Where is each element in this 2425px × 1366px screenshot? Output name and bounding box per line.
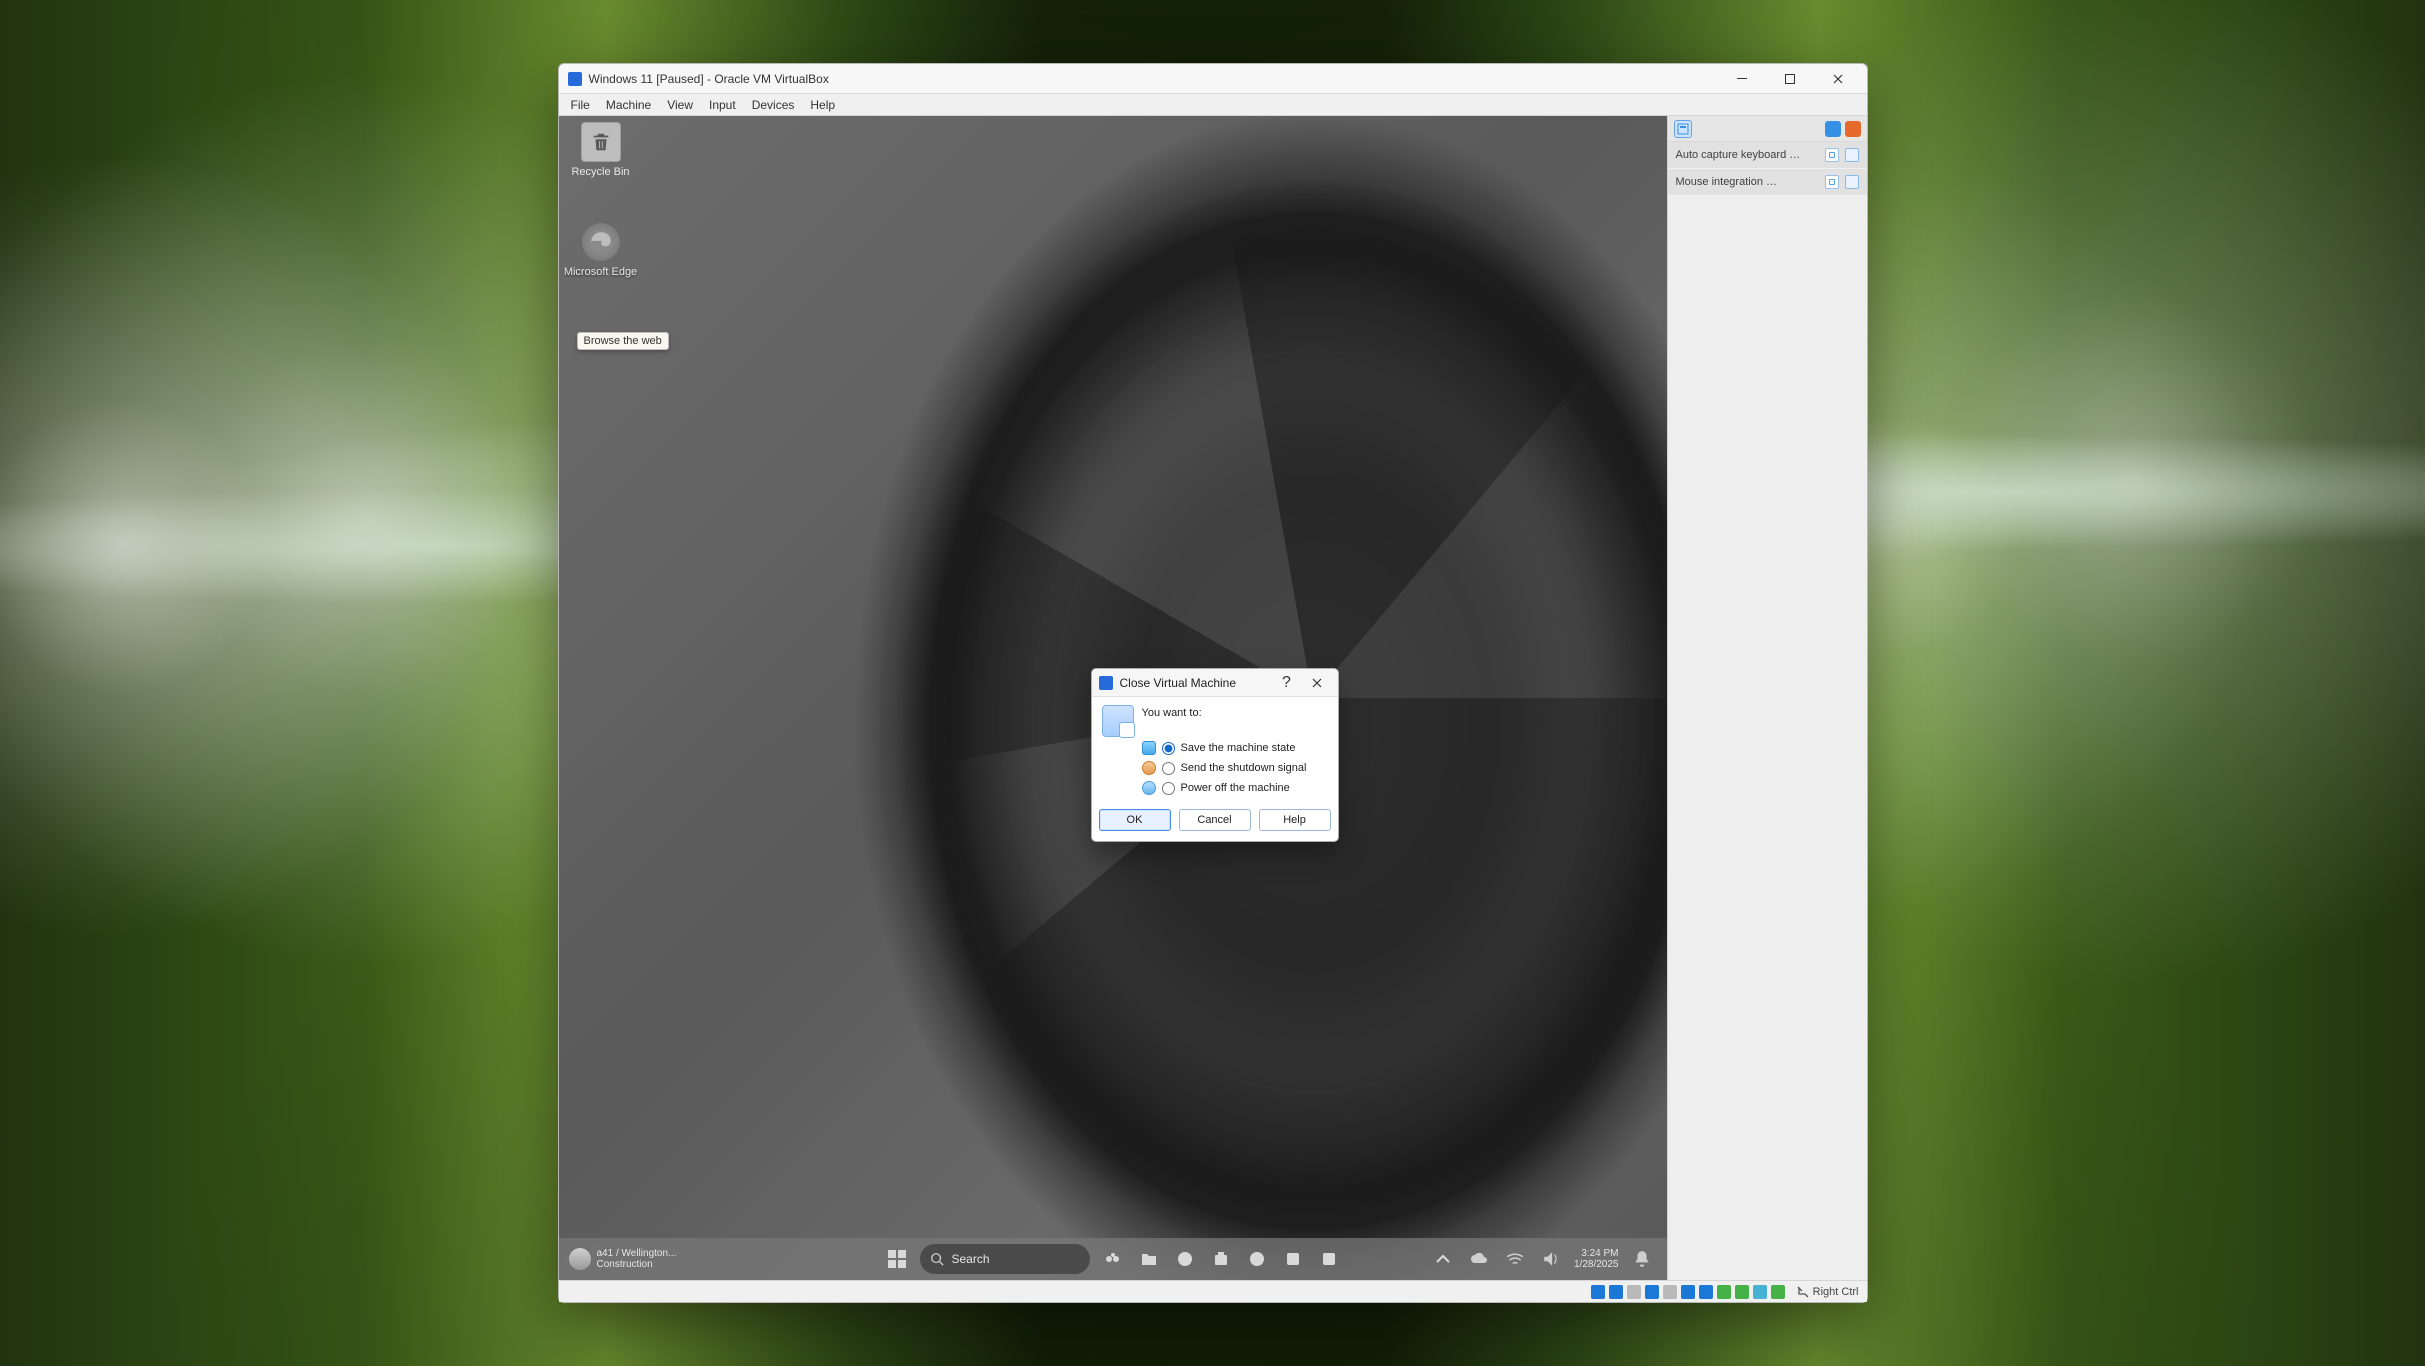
taskbar-app-2[interactable] bbox=[1280, 1246, 1306, 1272]
power-off-icon bbox=[1142, 781, 1156, 795]
taskbar-clock[interactable]: 3:24 PM 1/28/2025 bbox=[1574, 1248, 1619, 1271]
panel-action-dismiss-icon[interactable] bbox=[1845, 121, 1861, 137]
window-title: Windows 11 [Paused] - Oracle VM VirtualB… bbox=[589, 72, 829, 86]
panel-action-pin-icon[interactable] bbox=[1825, 121, 1841, 137]
host-key-indicator[interactable]: Right Ctrl bbox=[1797, 1286, 1859, 1298]
notification-item[interactable]: Auto capture keyboard … bbox=[1668, 142, 1867, 169]
dialog-help-button[interactable]: ? bbox=[1272, 670, 1302, 696]
taskbar-wifi-icon[interactable] bbox=[1502, 1246, 1528, 1272]
taskbar-chevron-up-icon[interactable] bbox=[1430, 1246, 1456, 1272]
clock-date: 1/28/2025 bbox=[1574, 1259, 1619, 1271]
edge-browser-icon bbox=[581, 222, 621, 262]
host-key-label: Right Ctrl bbox=[1813, 1286, 1859, 1298]
taskbar-search[interactable]: Search bbox=[920, 1244, 1090, 1274]
edge-tooltip: Browse the web bbox=[577, 332, 669, 350]
sb-display-icon[interactable] bbox=[1699, 1285, 1713, 1299]
sb-hdd-icon[interactable] bbox=[1591, 1285, 1605, 1299]
notif-action-2-icon[interactable] bbox=[1845, 148, 1859, 162]
window-close-button[interactable] bbox=[1815, 64, 1861, 94]
option-label: Save the machine state bbox=[1181, 742, 1296, 754]
option-power-off[interactable]: Power off the machine bbox=[1142, 781, 1328, 795]
notifications-panel: Auto capture keyboard … Mouse integratio… bbox=[1667, 116, 1867, 1280]
dialog-lead-icon bbox=[1102, 705, 1134, 737]
notif-action-2-icon[interactable] bbox=[1845, 175, 1859, 189]
sb-network-icon[interactable] bbox=[1645, 1285, 1659, 1299]
option-label: Send the shutdown signal bbox=[1181, 762, 1307, 774]
dialog-prompt: You want to: bbox=[1142, 707, 1202, 719]
close-vm-dialog: Close Virtual Machine ? You want to: bbox=[1091, 668, 1339, 842]
host-desktop-wallpaper: Windows 11 [Paused] - Oracle VM VirtualB… bbox=[0, 0, 2425, 1366]
menu-help[interactable]: Help bbox=[802, 96, 843, 114]
dialog-cancel-button[interactable]: Cancel bbox=[1179, 809, 1251, 831]
weather-icon bbox=[569, 1248, 591, 1270]
desktop-icon-edge[interactable]: Microsoft Edge bbox=[563, 222, 639, 278]
option-save-state[interactable]: Save the machine state bbox=[1142, 741, 1328, 755]
taskbar-app-3[interactable] bbox=[1316, 1246, 1342, 1272]
dialog-app-icon bbox=[1098, 675, 1114, 691]
desktop-icon-label: Recycle Bin bbox=[563, 166, 639, 178]
taskbar-notifications-icon[interactable] bbox=[1629, 1246, 1655, 1272]
option-send-shutdown[interactable]: Send the shutdown signal bbox=[1142, 761, 1328, 775]
virtualbox-app-icon bbox=[567, 71, 583, 87]
search-placeholder: Search bbox=[952, 1252, 990, 1266]
notification-text: Mouse integration … bbox=[1676, 176, 1778, 188]
taskbar-volume-icon[interactable] bbox=[1538, 1246, 1564, 1272]
taskbar-widgets[interactable]: a41 / Wellington... Construction bbox=[569, 1248, 677, 1270]
dialog-titlebar[interactable]: Close Virtual Machine ? bbox=[1092, 669, 1338, 697]
taskbar-task-view[interactable] bbox=[1100, 1246, 1126, 1272]
menu-view[interactable]: View bbox=[659, 96, 701, 114]
taskbar-edge[interactable] bbox=[1172, 1246, 1198, 1272]
desktop-icon-recycle-bin[interactable]: Recycle Bin bbox=[563, 122, 639, 178]
shutdown-signal-icon bbox=[1142, 761, 1156, 775]
notifications-title-icon bbox=[1674, 120, 1692, 138]
window-maximize-button[interactable] bbox=[1767, 64, 1813, 94]
option-label: Power off the machine bbox=[1181, 782, 1290, 794]
sb-cpu-icon[interactable] bbox=[1735, 1285, 1749, 1299]
menu-devices[interactable]: Devices bbox=[744, 96, 803, 114]
taskbar-cloud-icon[interactable] bbox=[1466, 1246, 1492, 1272]
sb-dnd-icon[interactable] bbox=[1771, 1285, 1785, 1299]
radio-send-shutdown[interactable] bbox=[1162, 762, 1175, 775]
clock-time: 3:24 PM bbox=[1574, 1248, 1619, 1260]
search-icon bbox=[930, 1252, 944, 1266]
dialog-title: Close Virtual Machine bbox=[1120, 676, 1237, 690]
radio-save-state[interactable] bbox=[1162, 742, 1175, 755]
start-button[interactable] bbox=[884, 1246, 910, 1272]
weather-line1: a41 / Wellington... bbox=[597, 1248, 677, 1259]
recycle-bin-icon bbox=[581, 122, 621, 162]
menubar: File Machine View Input Devices Help bbox=[559, 94, 1867, 116]
menu-file[interactable]: File bbox=[563, 96, 598, 114]
statusbar: Right Ctrl bbox=[559, 1280, 1867, 1302]
sb-optical-icon[interactable] bbox=[1609, 1285, 1623, 1299]
radio-power-off[interactable] bbox=[1162, 782, 1175, 795]
save-state-icon bbox=[1142, 741, 1156, 755]
menu-input[interactable]: Input bbox=[701, 96, 744, 114]
sb-shared-icon[interactable] bbox=[1681, 1285, 1695, 1299]
dialog-help-button2[interactable]: Help bbox=[1259, 809, 1331, 831]
notif-action-1-icon[interactable] bbox=[1825, 175, 1839, 189]
dialog-ok-button[interactable]: OK bbox=[1099, 809, 1171, 831]
taskbar-explorer[interactable] bbox=[1136, 1246, 1162, 1272]
guest-display: Recycle Bin Microsoft Edge Browse the we… bbox=[559, 116, 1667, 1280]
window-minimize-button[interactable] bbox=[1719, 64, 1765, 94]
taskbar-app-1[interactable] bbox=[1244, 1246, 1270, 1272]
menu-machine[interactable]: Machine bbox=[598, 96, 659, 114]
sb-clipboard-icon[interactable] bbox=[1753, 1285, 1767, 1299]
weather-line2: Construction bbox=[597, 1259, 677, 1270]
titlebar[interactable]: Windows 11 [Paused] - Oracle VM VirtualB… bbox=[559, 64, 1867, 94]
notification-item[interactable]: Mouse integration … bbox=[1668, 169, 1867, 196]
virtualbox-window: Windows 11 [Paused] - Oracle VM VirtualB… bbox=[558, 63, 1868, 1303]
host-key-arrow-icon bbox=[1797, 1286, 1809, 1298]
notifications-header bbox=[1668, 116, 1867, 142]
sb-usb-icon[interactable] bbox=[1663, 1285, 1677, 1299]
sb-audio-icon[interactable] bbox=[1627, 1285, 1641, 1299]
notif-action-1-icon[interactable] bbox=[1825, 148, 1839, 162]
desktop-icon-label: Microsoft Edge bbox=[563, 266, 639, 278]
taskbar-store[interactable] bbox=[1208, 1246, 1234, 1272]
sb-recording-icon[interactable] bbox=[1717, 1285, 1731, 1299]
dialog-close-button[interactable] bbox=[1302, 670, 1332, 696]
statusbar-indicators[interactable] bbox=[1591, 1285, 1785, 1299]
guest-taskbar[interactable]: a41 / Wellington... Construction Search bbox=[559, 1238, 1667, 1280]
notification-text: Auto capture keyboard … bbox=[1676, 149, 1801, 161]
